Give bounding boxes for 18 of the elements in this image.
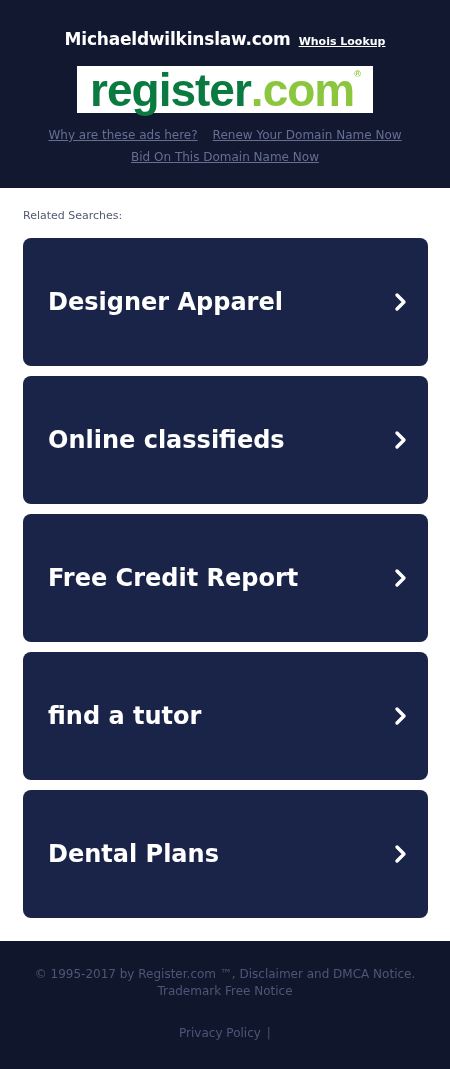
- header-link[interactable]: Why are these ads here?: [48, 128, 198, 142]
- search-card[interactable]: Free Credit Report: [23, 514, 428, 642]
- chevron-right-icon: [394, 844, 408, 864]
- search-card[interactable]: find a tutor: [23, 652, 428, 780]
- search-card[interactable]: Online classifieds: [23, 376, 428, 504]
- whois-link[interactable]: Whois Lookup: [298, 35, 386, 48]
- chevron-right-icon: [394, 568, 408, 588]
- copyright-notice: © 1995-2017 by Register.com ™, Disclaimer and DMCA Notice. Trademark Free Notice: [33, 966, 417, 1000]
- chevron-right-icon: [394, 706, 408, 726]
- search-card[interactable]: Designer Apparel: [23, 238, 428, 366]
- separator: |: [266, 1026, 271, 1040]
- chevron-right-icon: [394, 292, 408, 312]
- search-card[interactable]: Dental Plans: [23, 790, 428, 918]
- section-label: Related Searches:: [23, 209, 124, 222]
- header-link[interactable]: Bid On This Domain Name Now: [131, 150, 319, 164]
- chevron-right-icon: [394, 430, 408, 450]
- header-link[interactable]: Renew Your Domain Name Now: [212, 128, 402, 142]
- domain-title: Michaeldwilkinslaw.com: [64, 29, 291, 49]
